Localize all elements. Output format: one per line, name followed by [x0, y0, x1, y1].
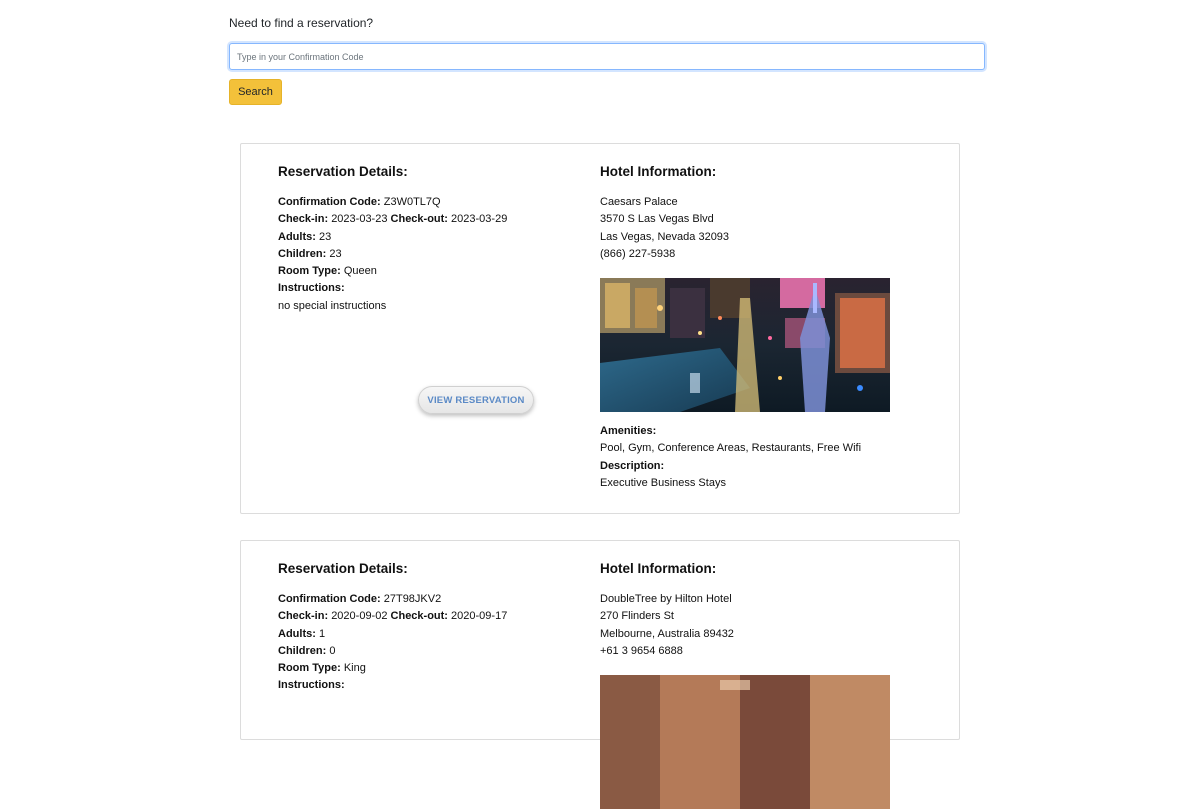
room-type-row: Room Type: Queen: [278, 265, 377, 278]
room-type-value: Queen: [343, 265, 377, 278]
hotel-information-heading: Hotel Information:: [600, 164, 717, 179]
dates-row: Check-in: 2023-03-23 Check-out: 2023-03-…: [278, 213, 508, 226]
hotel-information: Hotel Information: Caesars Palace 3570 S…: [600, 163, 920, 492]
reservation-card: Reservation Details: Confirmation Code: …: [240, 540, 960, 809]
check-out-value: 2023-03-29: [451, 213, 508, 226]
reservation-details: Reservation Details: Confirmation Code: …: [278, 163, 578, 414]
confirmation-code-row: Confirmation Code: Z3W0TL7Q: [278, 196, 441, 208]
check-out-value: 2020-09-17: [451, 610, 508, 623]
hotel-street: 270 Flinders St: [600, 610, 674, 623]
confirmation-code-row: Confirmation Code: 27T98JKV2: [278, 593, 442, 605]
hotel-photo: [600, 675, 890, 809]
confirmation-code-value: 27T98JKV2: [383, 593, 442, 605]
adults-value: 1: [318, 627, 326, 640]
description-value: Executive Business Stays: [600, 477, 726, 490]
children-row: Children: 0: [278, 644, 336, 657]
reservation-details: Reservation Details: Confirmation Code: …: [278, 560, 578, 695]
view-reservation-button[interactable]: VIEW RESERVATION: [418, 386, 534, 414]
children-row: Children: 23: [278, 247, 342, 260]
confirmation-code-value: Z3W0TL7Q: [383, 196, 441, 208]
adults-value: 23: [318, 230, 332, 243]
reservation-details-heading: Reservation Details:: [278, 164, 408, 179]
instructions-value: no special instructions: [278, 299, 387, 312]
adults-row: Adults: 23: [278, 230, 332, 243]
hotel-street: 3570 S Las Vegas Blvd: [600, 213, 714, 226]
hotel-information-heading: Hotel Information:: [600, 561, 717, 576]
description-label: Description:: [600, 459, 665, 472]
hotel-city: Las Vegas, Nevada 32093: [600, 230, 730, 243]
dates-row: Check-in: 2020-09-02 Check-out: 2020-09-…: [278, 610, 508, 623]
room-type-value: King: [343, 662, 366, 675]
amenities-label: Amenities:: [600, 425, 657, 438]
search-button[interactable]: Search: [229, 79, 282, 105]
children-value: 23: [329, 247, 342, 260]
instructions-label: Instructions:: [278, 679, 345, 692]
room-type-row: Room Type: King: [278, 662, 366, 675]
hotel-name: DoubleTree by Hilton Hotel: [600, 593, 732, 605]
hotel-phone: (866) 227-5938: [600, 247, 676, 260]
reservation-details-heading: Reservation Details:: [278, 561, 408, 576]
check-in-value: 2023-03-23: [331, 213, 388, 226]
reservation-search: Need to find a reservation? Search: [229, 14, 985, 105]
children-value: 0: [329, 644, 336, 657]
confirmation-code-input[interactable]: [229, 43, 985, 70]
reservation-card: Reservation Details: Confirmation Code: …: [240, 143, 960, 514]
instructions-label: Instructions:: [278, 282, 345, 295]
adults-row: Adults: 1: [278, 627, 326, 640]
hotel-phone: +61 3 9654 6888: [600, 644, 683, 657]
hotel-photo: [600, 278, 890, 413]
hotel-information: Hotel Information: DoubleTree by Hilton …: [600, 560, 920, 809]
hotel-name: Caesars Palace: [600, 196, 678, 208]
amenities-value: Pool, Gym, Conference Areas, Restaurants…: [600, 442, 862, 455]
search-label: Need to find a reservation?: [229, 16, 374, 30]
hotel-city: Melbourne, Australia 89432: [600, 627, 734, 640]
check-in-value: 2020-09-02: [331, 610, 388, 623]
